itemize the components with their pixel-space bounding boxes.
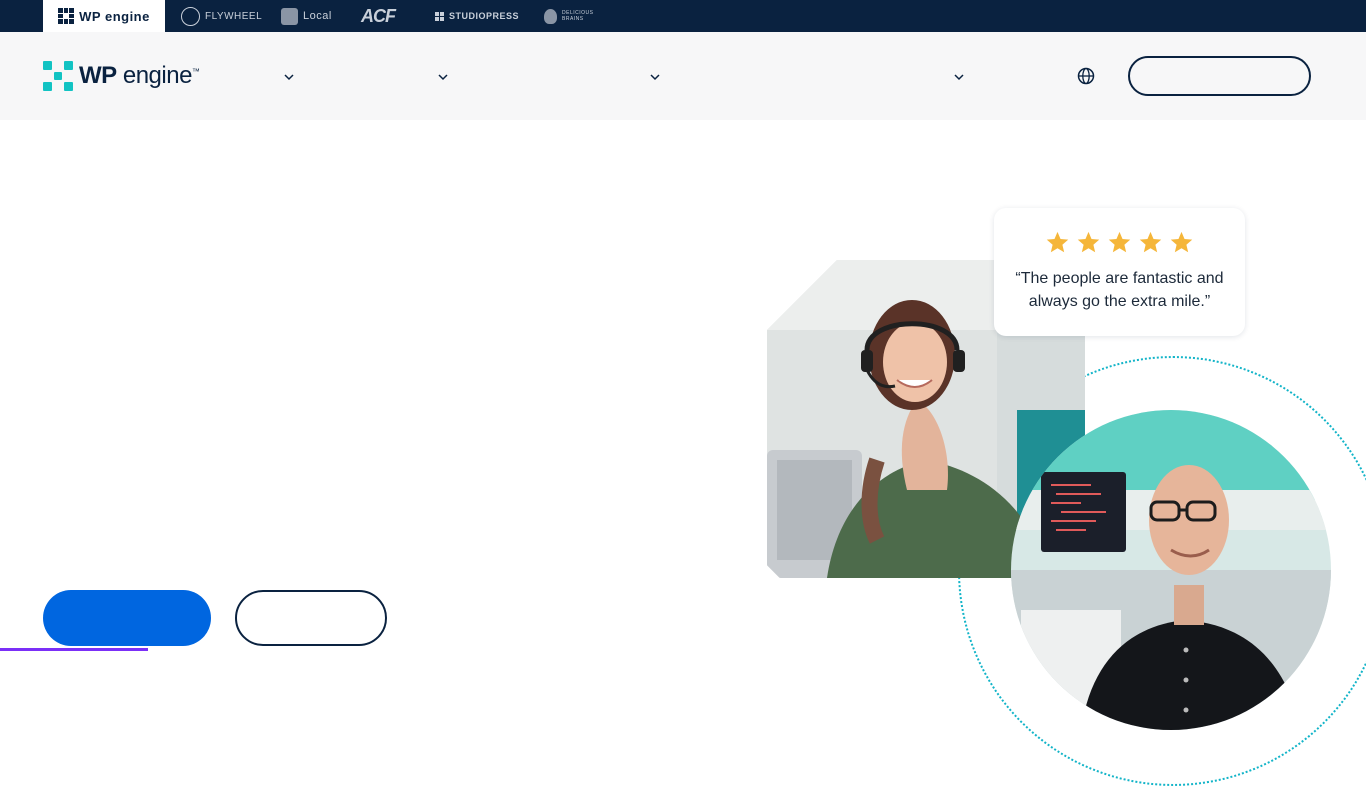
star-icon [1139, 231, 1162, 253]
star-icon [1108, 231, 1131, 253]
studiopress-icon [435, 11, 444, 21]
brand-local-label: Local [303, 10, 332, 22]
globe-icon[interactable] [1076, 66, 1096, 86]
header-cta-button[interactable] [1128, 56, 1311, 96]
hero-secondary-button[interactable] [235, 590, 387, 646]
brand-wpengine-label: WP engine [79, 8, 150, 24]
brand-wpengine-link[interactable]: WP engine [43, 0, 165, 32]
brand-local-link[interactable]: Local [281, 0, 332, 32]
wpengine-mark-icon [58, 8, 75, 24]
brand-studiopress-label: STUDIOPRESS [449, 11, 520, 21]
brand-flywheel-link[interactable]: FLYWHEEL [181, 0, 262, 32]
brand-delicious-link[interactable]: DELICIOUS BRAINS [544, 0, 594, 32]
star-icon [1046, 231, 1069, 253]
site-header: WP engine™ [0, 32, 1366, 120]
brand-flywheel-label: FLYWHEEL [205, 10, 263, 22]
wpengine-logo-link[interactable]: WP engine™ [43, 61, 200, 91]
local-icon [281, 7, 298, 25]
testimonial-card: “The people are fantastic and always go … [994, 208, 1245, 336]
brand-acf-label: ACF [361, 5, 396, 26]
star-icon [1170, 231, 1193, 253]
delicious-brains-icon [544, 8, 557, 24]
chevron-down-icon[interactable] [648, 70, 662, 84]
testimonial-quote: “The people are fantastic and always go … [1015, 270, 1224, 310]
brand-bar: WP engine FLYWHEEL Local ACF STUDIOPRESS… [0, 0, 1366, 32]
brand-studiopress-link[interactable]: STUDIOPRESS [435, 0, 519, 32]
star-icon [1077, 231, 1100, 253]
hero-primary-button[interactable] [43, 590, 211, 646]
chevron-down-icon[interactable] [436, 70, 450, 84]
star-rating [994, 230, 1245, 255]
flywheel-icon [181, 6, 200, 26]
brand-delicious-label: DELICIOUS BRAINS [562, 10, 594, 22]
chevron-down-icon[interactable] [952, 70, 966, 84]
logo-text: WP engine™ [79, 62, 200, 89]
developer-photo [1011, 410, 1331, 730]
chevron-down-icon[interactable] [282, 70, 296, 84]
brand-acf-link[interactable]: ACF [361, 0, 396, 32]
wpengine-logo-icon [43, 61, 73, 91]
